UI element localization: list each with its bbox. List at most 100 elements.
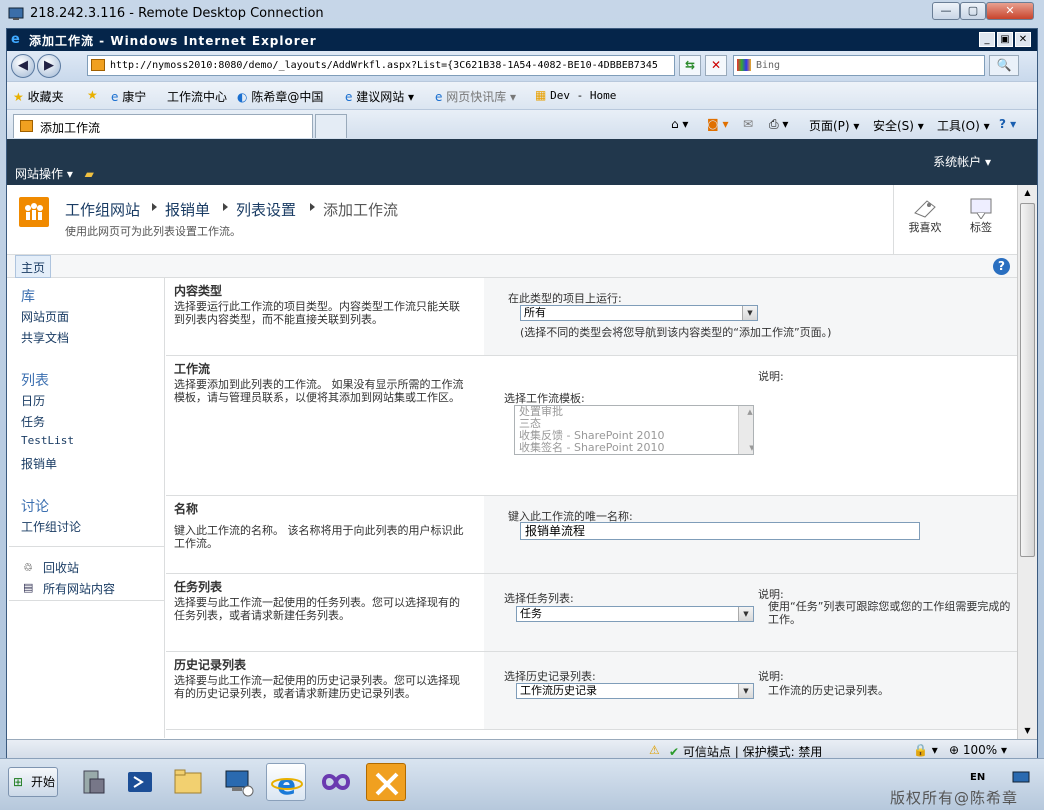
help-icon[interactable]: ?: [993, 258, 1010, 275]
stop-icon[interactable]: ✕: [705, 55, 727, 76]
address-bar[interactable]: http://nymoss2010:8080/demo/_layouts/Add…: [87, 55, 675, 76]
rdp-maximize-button[interactable]: ▢: [960, 2, 986, 20]
forward-button[interactable]: ▶: [37, 54, 61, 78]
ql-calendar[interactable]: 日历: [21, 392, 45, 409]
fav-link-2[interactable]: 工作流中心: [167, 88, 227, 105]
account-menu[interactable]: 系统帐户 ▾: [933, 153, 991, 170]
breadcrumb-separator-icon: [152, 203, 157, 211]
field-label: 选择工作流模板:: [504, 392, 585, 405]
breadcrumb-list-settings[interactable]: 列表设置: [236, 199, 296, 220]
network-icon: [225, 770, 254, 797]
zoom-security-icon[interactable]: 🔒 ▾: [913, 743, 938, 757]
ql-team-discussion[interactable]: 工作组讨论: [21, 518, 81, 535]
zoom-control[interactable]: ⊕ 100% ▾: [949, 743, 1007, 757]
help-icon[interactable]: ? ▾: [999, 117, 1016, 131]
list-item[interactable]: 处置审批: [515, 406, 753, 418]
taskbar-ie[interactable]: e: [266, 763, 306, 801]
safety-menu[interactable]: 安全(S) ▾: [873, 117, 924, 134]
page-scrollbar[interactable]: ▲ ▼: [1017, 185, 1037, 739]
page-title: 添加工作流: [323, 201, 399, 219]
remote-desktop-window: 218.242.3.116 - Remote Desktop Connectio…: [0, 0, 1044, 810]
rdp-minimize-button[interactable]: —: [932, 2, 960, 20]
favorites-button[interactable]: ★ 收藏夹: [13, 88, 64, 105]
section-title: 内容类型: [174, 284, 223, 298]
like-button[interactable]: 我喜欢: [903, 193, 947, 235]
navigate-up-icon: ▰: [84, 167, 94, 181]
ql-tasks[interactable]: 任务: [21, 413, 45, 430]
tab-home[interactable]: 主页: [15, 255, 52, 278]
ie-minimize-button[interactable]: _: [979, 32, 995, 47]
rdp-close-button[interactable]: ✕: [986, 2, 1034, 20]
fav-link-4[interactable]: e 建议网站 ▾: [345, 88, 414, 105]
tags-button[interactable]: 标签: [959, 193, 1003, 235]
new-tab-button[interactable]: [315, 114, 347, 138]
rdp-title-bar: 218.242.3.116 - Remote Desktop Connectio…: [0, 0, 1044, 28]
ie-window: e 添加工作流 - Windows Internet Explorer _ ▣ …: [6, 28, 1038, 759]
fav-link-3[interactable]: ◐ 陈希章@中国: [237, 88, 323, 105]
taskbar-explorer[interactable]: [168, 763, 208, 801]
chevron-down-icon: ▼: [742, 306, 757, 320]
print-icon[interactable]: ⎙ ▾: [769, 117, 788, 132]
taskbar-visual-studio[interactable]: [316, 763, 356, 801]
star-icon: ★: [13, 90, 24, 104]
add-favorite-icon[interactable]: ★: [87, 88, 98, 102]
task-list-select[interactable]: 任务 ▼: [516, 606, 754, 622]
workflow-name-input[interactable]: 报销单流程: [520, 522, 920, 540]
ql-all-content[interactable]: 所有网站内容: [43, 580, 115, 597]
home-icon[interactable]: ⌂ ▾: [671, 117, 688, 131]
start-button[interactable]: ⊞ 开始: [8, 767, 58, 797]
section-desc: 选择要与此工作流一起使用的任务列表。您可以选择现有的任务列表，或者请求新建任务列…: [174, 596, 460, 622]
breadcrumb-list[interactable]: 报销单: [165, 199, 210, 220]
bing-logo-icon: [737, 59, 751, 71]
back-button[interactable]: ◀: [11, 54, 35, 78]
taskbar-server-manager[interactable]: [72, 763, 112, 801]
ql-expense[interactable]: 报销单: [21, 455, 57, 472]
fav-link-1[interactable]: e 康宁: [111, 88, 146, 105]
field-label: 选择历史记录列表:: [504, 670, 596, 683]
page-menu[interactable]: 页面(P) ▾: [809, 117, 859, 134]
section-workflow: 工作流 选择要添加到此列表的工作流。 如果没有显示所需的工作流模板，请与管理员联…: [166, 356, 1017, 496]
ql-site-pages[interactable]: 网站页面: [21, 308, 69, 325]
fav-link-5[interactable]: e 网页快讯库 ▾: [435, 88, 516, 105]
favorites-bar: ★ 收藏夹 ★ e 康宁 工作流中心 ◐ 陈希章@中国 e 建议网站 ▾ e 网…: [7, 81, 1037, 109]
section-history-list: 历史记录列表 选择要与此工作流一起使用的历史记录列表。您可以选择现有的历史记录列…: [166, 652, 1017, 730]
breadcrumb-site[interactable]: 工作组网站: [65, 199, 140, 220]
search-input[interactable]: Bing: [733, 55, 985, 76]
tray-network-icon[interactable]: [1012, 771, 1030, 785]
search-button[interactable]: 🔍: [989, 55, 1019, 76]
mail-icon[interactable]: ✉: [743, 117, 753, 131]
tag-icon: [970, 198, 992, 219]
ql-heading-discussions[interactable]: 讨论: [21, 496, 49, 516]
windows-logo-icon: ⊞: [13, 775, 24, 789]
section-title: 工作流: [174, 362, 211, 376]
ie-title-bar: e 添加工作流 - Windows Internet Explorer _ ▣ …: [7, 29, 1037, 51]
history-list-select[interactable]: 工作流历史记录 ▼: [516, 683, 754, 699]
tab-add-workflow[interactable]: 添加工作流: [13, 114, 313, 138]
taskbar-tools[interactable]: [366, 763, 406, 801]
scrollbar-thumb[interactable]: [1020, 203, 1035, 557]
content-type-select[interactable]: 所有 ▼: [520, 305, 758, 321]
list-item[interactable]: 收集签名 - SharePoint 2010: [515, 442, 753, 454]
page-subtitle: 使用此网页可为此列表设置工作流。: [65, 225, 241, 238]
ql-recycle-bin[interactable]: 回收站: [43, 559, 79, 576]
sharepoint-page: 系统帐户 ▾ 网站操作 ▾ ▰ 工作组网站 报销单 列表设置 添加工作流 使用此…: [7, 139, 1037, 739]
tools-menu[interactable]: 工具(O) ▾: [937, 117, 990, 134]
ql-shared-docs[interactable]: 共享文档: [21, 329, 69, 346]
fav-link-6[interactable]: ▦ Dev - Home: [535, 88, 616, 102]
ql-testlist[interactable]: TestList: [21, 434, 74, 447]
chevron-down-icon: ▼: [738, 684, 753, 698]
refresh-icon[interactable]: ⇆: [679, 55, 701, 76]
list-scrollbar[interactable]: ▲▼: [738, 406, 753, 454]
taskbar-powershell[interactable]: [120, 763, 160, 801]
workflow-template-list[interactable]: 处置审批 三态 收集反馈 - SharePoint 2010 收集签名 - Sh…: [514, 405, 754, 455]
ql-heading-libraries[interactable]: 库: [21, 286, 35, 306]
ie-page-icon: e: [435, 90, 443, 104]
ie-close-button[interactable]: ✕: [1015, 32, 1031, 47]
ql-heading-lists[interactable]: 列表: [21, 370, 49, 390]
site-actions-menu[interactable]: 网站操作 ▾ ▰: [15, 165, 94, 182]
rss-icon[interactable]: ◙ ▾: [707, 117, 728, 131]
section-name: 名称 键入此工作流的名称。 该名称将用于向此列表的用户标识此工作流。 键入此工作…: [166, 496, 1017, 574]
ie-restore-button[interactable]: ▣: [997, 32, 1013, 47]
language-indicator[interactable]: EN: [970, 772, 985, 783]
taskbar-network[interactable]: [218, 763, 258, 801]
